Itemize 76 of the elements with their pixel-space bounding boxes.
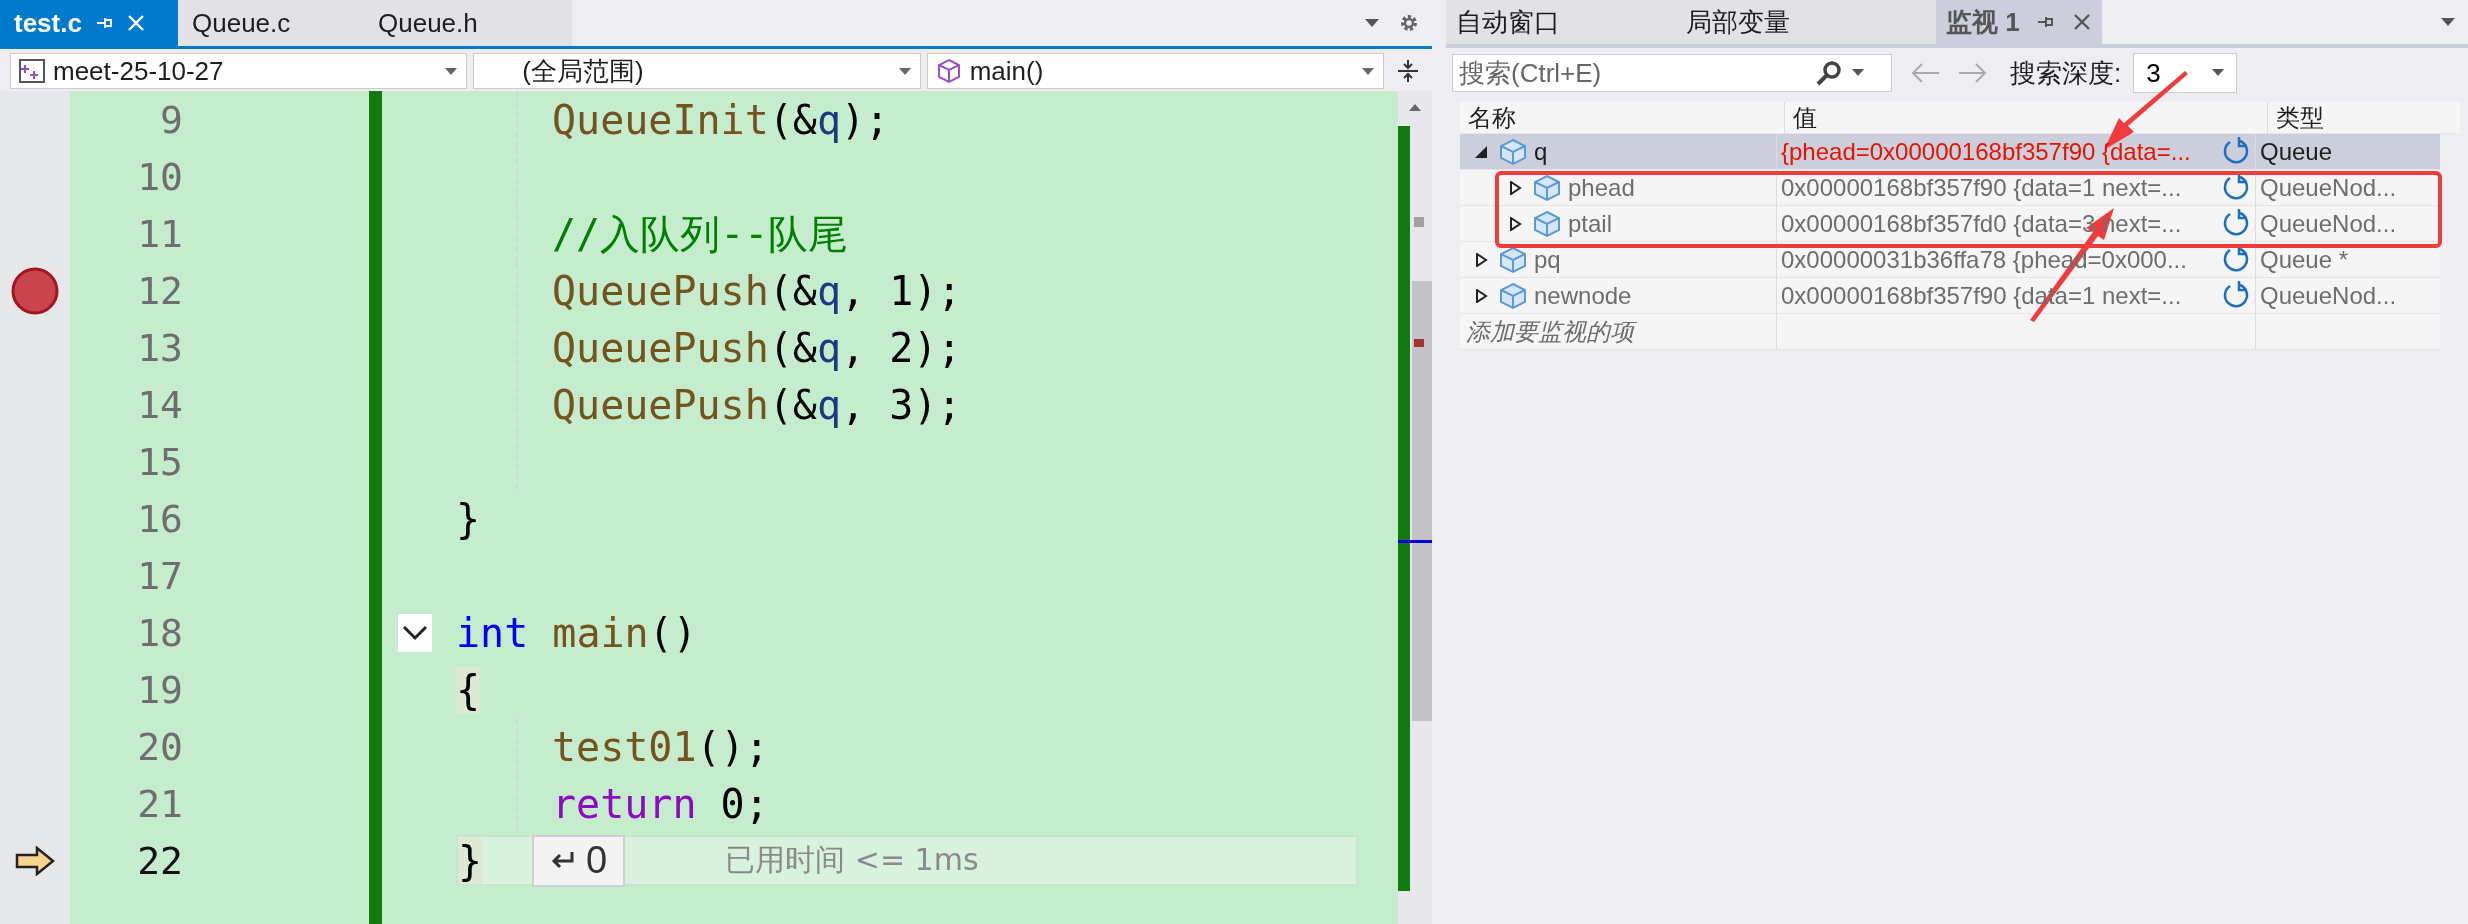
project-icon bbox=[19, 59, 45, 83]
document-tab[interactable]: Queue.c bbox=[178, 0, 368, 46]
collapsed-icon[interactable] bbox=[1508, 180, 1522, 195]
variable-name: newnode bbox=[1534, 281, 1632, 310]
return-value-chip: 0 bbox=[532, 834, 626, 887]
scroll-up-icon bbox=[1408, 103, 1422, 112]
code-line: QueuePush(&q, 3); bbox=[552, 380, 962, 430]
caret-icon bbox=[1361, 66, 1376, 76]
variable-name: pq bbox=[1534, 245, 1561, 274]
document-tab[interactable]: test.c bbox=[0, 0, 178, 46]
forward-arrow-icon bbox=[1958, 61, 1988, 85]
name-cell[interactable]: newnode bbox=[1460, 278, 1777, 314]
search-field[interactable]: 搜索(Ctrl+E) bbox=[1452, 54, 1892, 92]
code-line: test01(); bbox=[552, 722, 769, 772]
collapsed-icon[interactable] bbox=[1474, 288, 1488, 303]
name-cell[interactable]: ptail bbox=[1460, 206, 1777, 242]
cube-icon bbox=[935, 58, 962, 84]
code-line: return 0; bbox=[552, 779, 769, 829]
panel-tab[interactable]: 监视 1 bbox=[1936, 0, 2102, 44]
column-header[interactable]: 名称 bbox=[1460, 102, 1785, 134]
close-icon bbox=[2071, 12, 2092, 32]
panel-tab[interactable]: 局部变量 bbox=[1646, 0, 1936, 44]
variable-name: q bbox=[1534, 137, 1548, 166]
document-tab[interactable]: Queue.h bbox=[368, 0, 572, 46]
caret-icon bbox=[1852, 69, 1864, 77]
name-cell[interactable]: pq bbox=[1460, 242, 1777, 278]
type-name: QueueNod... bbox=[2260, 209, 2397, 238]
scrollbar[interactable] bbox=[1398, 91, 1432, 924]
variable-value: 0x00000168bf357f90 {data=1 next=... bbox=[1781, 173, 2182, 202]
code-line: int main() bbox=[456, 608, 697, 658]
chevron-icon bbox=[402, 624, 428, 641]
project-dropdown[interactable]: meet-25-10-27 bbox=[10, 53, 468, 89]
name-cell[interactable]: 添加要监视的项 bbox=[1460, 314, 1777, 350]
caret-icon bbox=[2212, 69, 2225, 77]
variable-value: {phead=0x00000168bf357f90 {data=... bbox=[1781, 137, 2191, 166]
cube-icon bbox=[1498, 245, 1528, 274]
member-dropdown[interactable]: main() bbox=[926, 53, 1385, 89]
variable-name: ptail bbox=[1568, 209, 1613, 238]
scroll-thumb[interactable] bbox=[1412, 281, 1432, 721]
depth-dropdown[interactable]: 3 bbox=[2133, 53, 2238, 93]
code-line: QueuePush(&q, 1); bbox=[552, 266, 962, 316]
type-name: Queue * bbox=[2260, 245, 2349, 274]
cube-icon bbox=[1532, 173, 1562, 202]
cube-icon bbox=[1498, 137, 1528, 166]
collapsed-icon[interactable] bbox=[1508, 216, 1522, 231]
scroll-marker bbox=[1414, 217, 1424, 227]
split-icon bbox=[1397, 59, 1419, 83]
column-header[interactable]: 值 bbox=[1785, 102, 2268, 134]
type-name: Queue bbox=[2260, 137, 2333, 166]
code-line: } bbox=[456, 494, 481, 544]
caret-icon bbox=[897, 66, 912, 76]
panel-tab[interactable]: 自动窗口 bbox=[1446, 0, 1646, 44]
back-arrow-icon bbox=[1910, 61, 1940, 85]
name-cell[interactable]: q bbox=[1460, 134, 1777, 170]
depth-label: 搜索深度: bbox=[2010, 56, 2122, 90]
search-icon bbox=[1816, 60, 1842, 86]
cube-icon bbox=[1498, 281, 1528, 310]
close-icon bbox=[125, 13, 146, 33]
variable-name: phead bbox=[1568, 173, 1635, 202]
cube-icon bbox=[1532, 209, 1562, 238]
dropdown-icon bbox=[1364, 18, 1380, 28]
code-line: //入队列--队尾 bbox=[552, 209, 849, 259]
collapsed-icon[interactable] bbox=[1474, 252, 1488, 267]
breakpoint-marker bbox=[1414, 339, 1424, 347]
caret-icon bbox=[444, 66, 459, 76]
collapse-toggle[interactable] bbox=[398, 613, 432, 652]
expanded-icon[interactable] bbox=[1474, 144, 1488, 159]
elapsed-time: 已用时间 <= 1ms bbox=[725, 841, 979, 879]
settings-icon bbox=[1398, 12, 1420, 34]
caret-position-marker bbox=[1398, 540, 1432, 543]
code-line: QueuePush(&q, 2); bbox=[552, 323, 962, 373]
code-line: QueueInit(&q); bbox=[552, 95, 890, 145]
type-name: QueueNod... bbox=[2260, 173, 2397, 202]
dropdown-icon bbox=[2440, 17, 2456, 27]
scope-dropdown[interactable]: (全局范围) bbox=[473, 53, 921, 89]
type-name: QueueNod... bbox=[2260, 281, 2397, 310]
